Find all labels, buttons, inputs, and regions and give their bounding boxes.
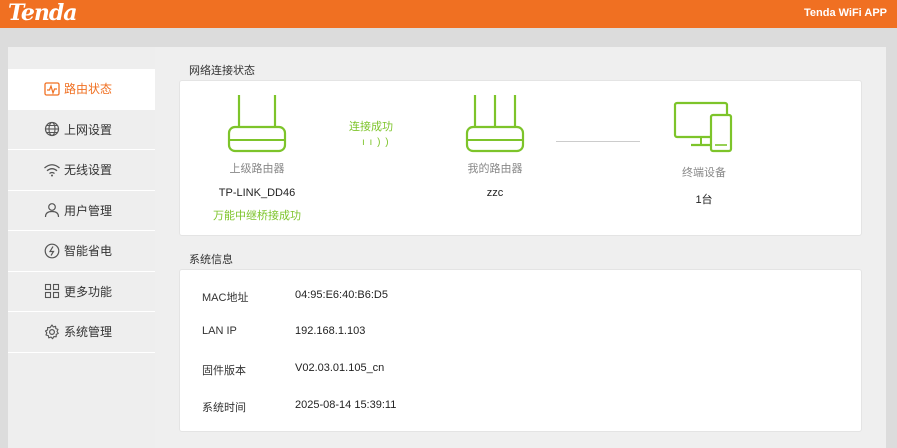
- sidebar-item-label: 无线设置: [64, 163, 113, 178]
- system-info-card: MAC地址 04:95:E6:40:B6:D5 LAN IP 192.168.1…: [179, 269, 862, 432]
- main-content: 网络连接状态 上级路由器 TP-LINK_DD46 万能中继桥接成功 连接成功 …: [155, 47, 886, 448]
- system-time-label: 系统时间: [202, 402, 246, 414]
- network-status-card: 上级路由器 TP-LINK_DD46 万能中继桥接成功 连接成功 ı ı ) )…: [179, 80, 862, 236]
- sidebar-item-router-status[interactable]: 路由状态: [8, 69, 156, 110]
- brand-logo[interactable]: Tenda: [8, 0, 77, 26]
- globe-icon: [43, 120, 61, 138]
- network-section-title: 网络连接状态: [189, 65, 255, 77]
- upstream-router: 上级路由器 TP-LINK_DD46 万能中继桥接成功: [192, 93, 322, 223]
- my-router-name: zzc: [486, 187, 504, 199]
- connection-status: 连接成功: [349, 121, 393, 133]
- wifi-icon: [43, 161, 61, 179]
- sidebar-item-label: 系统管理: [64, 325, 113, 340]
- sidebar-item-more-features[interactable]: 更多功能: [8, 272, 156, 312]
- user-icon: [43, 201, 61, 219]
- firmware-version-value: V02.03.01.105_cn: [295, 362, 385, 374]
- sidebar-item-label: 用户管理: [64, 203, 113, 218]
- router-icon: [465, 95, 525, 153]
- terminals-count: 1台: [695, 194, 713, 206]
- system-section-title: 系统信息: [189, 254, 233, 266]
- sidebar-item-power-saving[interactable]: 智能省电: [8, 231, 156, 272]
- power-saving-icon: [43, 242, 61, 260]
- app-title[interactable]: Tenda WiFi APP: [804, 6, 887, 20]
- sidebar-item-system-management[interactable]: 系统管理: [8, 312, 156, 353]
- sidebar-item-label: 路由状态: [64, 82, 113, 97]
- sidebar-item-user-management[interactable]: 用户管理: [8, 191, 156, 231]
- mac-address-label: MAC地址: [202, 292, 249, 304]
- upstream-caption: 上级路由器: [229, 163, 285, 175]
- terminals-caption: 终端设备: [682, 167, 726, 179]
- sidebar-item-internet-settings[interactable]: 上网设置: [8, 110, 156, 150]
- lan-ip-label: LAN IP: [202, 325, 237, 337]
- connection-line: [556, 141, 640, 142]
- my-router-caption: 我的路由器: [467, 163, 523, 175]
- sidebar-item-label: 更多功能: [64, 284, 113, 299]
- top-bar: Tenda Tenda WiFi APP: [0, 0, 897, 28]
- devices-icon: [673, 101, 733, 153]
- router-icon: [227, 95, 287, 153]
- my-router: 我的路由器 zzc: [445, 93, 545, 199]
- system-time-value: 2025-08-14 15:39:11: [295, 399, 397, 411]
- upstream-name: TP-LINK_DD46: [218, 187, 296, 199]
- firmware-version-label: 固件版本: [202, 365, 246, 377]
- sidebar-item-label: 上网设置: [64, 122, 113, 137]
- terminal-devices[interactable]: 终端设备 1台: [654, 101, 754, 207]
- sidebar-item-wireless-settings[interactable]: 无线设置: [8, 150, 156, 191]
- gear-icon: [43, 323, 61, 341]
- grid-icon: [43, 282, 61, 300]
- signal-icon: ı ı ) ): [362, 137, 390, 148]
- mac-address-value: 04:95:E6:40:B6:D5: [295, 289, 388, 301]
- sidebar: 路由状态 上网设置 无线设置 用户管理 智能省电 更多功能 系统管理: [8, 47, 156, 448]
- sidebar-item-label: 智能省电: [64, 244, 113, 259]
- pulse-icon: [43, 80, 61, 98]
- lan-ip-value: 192.168.1.103: [295, 325, 366, 337]
- bridge-status: 万能中继桥接成功: [213, 210, 301, 222]
